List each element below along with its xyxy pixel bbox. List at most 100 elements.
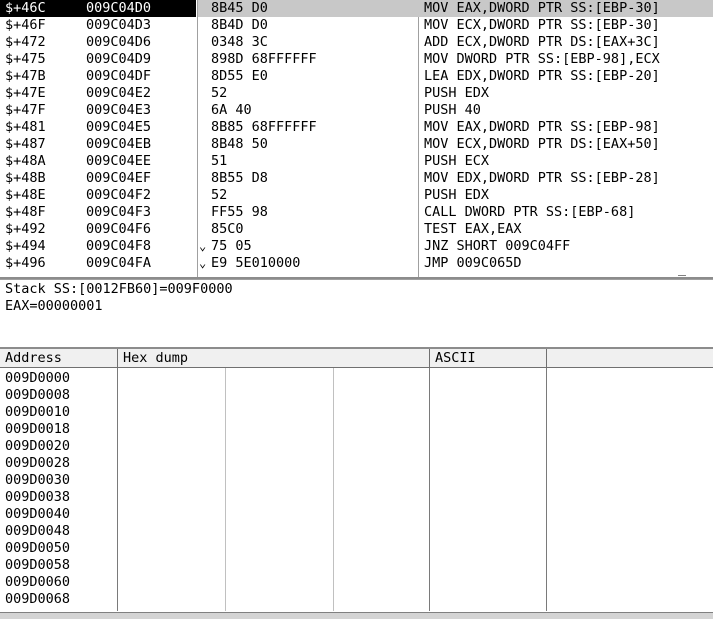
disasm-command: LEA EDX,DWORD PTR SS:[EBP-20] — [424, 68, 660, 84]
column-separator — [225, 368, 226, 611]
disasm-command: MOV ECX,DWORD PTR DS:[EAX+50] — [424, 136, 660, 152]
disasm-row[interactable]: $+48E 009C04F2 52 PUSH EDX — [0, 187, 713, 204]
dump-row-address[interactable]: 009D0058 — [5, 557, 70, 574]
dump-row-address[interactable]: 009D0010 — [5, 404, 70, 421]
disasm-row[interactable]: $+494 009C04F8 75 05 ⌄ JNZ SHORT 009C04FF — [0, 238, 713, 255]
dump-row-address[interactable]: 009D0030 — [5, 472, 70, 489]
disasm-command: PUSH 40 — [424, 102, 481, 118]
dump-row-address[interactable]: 009D0050 — [5, 540, 70, 557]
disasm-hex-bytes: 52 — [211, 187, 228, 203]
dump-row-address[interactable]: 009D0040 — [5, 506, 70, 523]
disasm-hex-bytes: 6A 40 — [211, 102, 252, 118]
disasm-command: TEST EAX,EAX — [424, 221, 522, 237]
disasm-hex-bytes: 8B85 68FFFFFF — [211, 119, 317, 135]
disasm-hex-bytes: E9 5E010000 — [211, 255, 301, 271]
disasm-hex-bytes: 8D55 E0 — [211, 68, 268, 84]
disasm-absolute-address: 009C04EB — [86, 136, 152, 152]
disasm-row[interactable]: $+46F 009C04D3 8B4D D0 MOV ECX,DWORD PTR SS… — [0, 17, 713, 34]
disasm-absolute-address: 009C04D6 — [86, 34, 152, 50]
disasm-row[interactable]: $+472 009C04D6 0348 3C ADD ECX,DWORD PTR DS… — [0, 34, 713, 51]
column-separator — [117, 368, 118, 611]
disasm-absolute-address: 009C04E3 — [86, 102, 152, 118]
disasm-absolute-address: 009C04E2 — [86, 85, 152, 101]
disasm-relative-address: $+492 — [5, 221, 46, 237]
disasm-row[interactable]: $+48A 009C04EE 51 PUSH ECX — [0, 153, 713, 170]
disasm-absolute-address: 009C04F8 — [86, 238, 152, 254]
disasm-relative-address: $+472 — [5, 34, 46, 50]
disasm-hex-bytes: 75 05 — [211, 238, 252, 254]
disasm-command: JNZ SHORT 009C04FF — [424, 238, 571, 254]
disasm-absolute-address: 009C04D3 — [86, 17, 152, 33]
jump-arrow-icon: ⌄ — [199, 239, 207, 253]
disasm-relative-address: $+47F — [5, 102, 46, 118]
disasm-absolute-address: 009C04EF — [86, 170, 152, 186]
disasm-relative-address: $+48A — [5, 153, 46, 169]
disasm-hex-bytes: 8B4D D0 — [211, 17, 268, 33]
disasm-relative-address: $+48E — [5, 187, 46, 203]
disasm-command: CALL DWORD PTR SS:[EBP-68] — [424, 204, 636, 220]
disasm-relative-address: $+496 — [5, 255, 46, 271]
disassembly-pane[interactable]: $+46C 009C04D0 8B45 D0 MOV EAX,DWORD PTR SS… — [0, 0, 713, 278]
dump-row-address[interactable]: 009D0038 — [5, 489, 70, 506]
disasm-relative-address: $+47E — [5, 85, 46, 101]
disasm-command: MOV EAX,DWORD PTR SS:[EBP-30] — [424, 0, 660, 16]
disasm-row[interactable]: $+492 009C04F6 85C0 TEST EAX,EAX — [0, 221, 713, 238]
dump-row-address[interactable]: 009D0018 — [5, 421, 70, 438]
dump-row-address[interactable]: 009D0000 — [5, 370, 70, 387]
disasm-relative-address: $+46C — [5, 0, 46, 16]
disasm-command: PUSH EDX — [424, 187, 490, 203]
column-separator — [333, 368, 334, 611]
disasm-command: PUSH EDX — [424, 85, 490, 101]
disasm-absolute-address: 009C04F2 — [86, 187, 152, 203]
disasm-row[interactable]: $+481 009C04E5 8B85 68FFFFFF MOV EAX,DWORD … — [0, 119, 713, 136]
dump-header-ascii[interactable]: ASCII — [430, 349, 547, 368]
disasm-relative-address: $+487 — [5, 136, 46, 152]
dump-header-hex[interactable]: Hex dump — [118, 349, 430, 368]
disasm-relative-address: $+46F — [5, 17, 46, 33]
disasm-relative-address: $+48F — [5, 204, 46, 220]
dump-pane[interactable]: Address Hex dump ASCII 009D0000 009D0008 0… — [0, 349, 713, 613]
disasm-hex-bytes: 8B48 50 — [211, 136, 268, 152]
disasm-absolute-address: 009C04E5 — [86, 119, 152, 135]
disasm-row[interactable]: $+46C 009C04D0 8B45 D0 MOV EAX,DWORD PTR SS… — [0, 0, 713, 17]
disasm-absolute-address: 009C04DF — [86, 68, 152, 84]
disasm-absolute-address: 009C04F6 — [86, 221, 152, 237]
disasm-row[interactable]: $+48F 009C04F3 FF55 98 CALL DWORD PTR SS:[E… — [0, 204, 713, 221]
disasm-absolute-address: 009C04D9 — [86, 51, 152, 67]
info-line-stack: Stack SS:[0012FB60]=009F0000 — [5, 281, 233, 297]
dump-row-address[interactable]: 009D0068 — [5, 591, 70, 608]
disasm-command: MOV EDX,DWORD PTR SS:[EBP-28] — [424, 170, 660, 186]
disasm-command: PUSH ECX — [424, 153, 490, 169]
dump-row-address[interactable]: 009D0048 — [5, 523, 70, 540]
column-separator — [429, 368, 430, 611]
disasm-row[interactable]: $+47B 009C04DF 8D55 E0 LEA EDX,DWORD PTR SS… — [0, 68, 713, 85]
disasm-row[interactable]: $+487 009C04EB 8B48 50 MOV ECX,DWORD PTR DS… — [0, 136, 713, 153]
disasm-row[interactable]: $+496 009C04FA E9 5E010000 ⌄ JMP 009C065D — [0, 255, 713, 272]
dump-row-address[interactable]: 009D0060 — [5, 574, 70, 591]
disasm-row[interactable]: $+47F 009C04E3 6A 40 PUSH 40 — [0, 102, 713, 119]
dump-row-address[interactable]: 009D0020 — [5, 438, 70, 455]
disasm-absolute-address: 009C04FA — [86, 255, 152, 271]
dump-header-address[interactable]: Address — [0, 349, 118, 368]
disasm-absolute-address: 009C04F3 — [86, 204, 152, 220]
disasm-relative-address: $+475 — [5, 51, 46, 67]
disasm-hex-bytes: 8B55 D8 — [211, 170, 268, 186]
disasm-row[interactable]: $+48B 009C04EF 8B55 D8 MOV EDX,DWORD PTR SS… — [0, 170, 713, 187]
dump-row-address[interactable]: 009D0008 — [5, 387, 70, 404]
disasm-hex-bytes: 85C0 — [211, 221, 244, 237]
disasm-command: MOV EAX,DWORD PTR SS:[EBP-98] — [424, 119, 660, 135]
disasm-command: MOV ECX,DWORD PTR SS:[EBP-30] — [424, 17, 660, 33]
disasm-row[interactable]: $+475 009C04D9 898D 68FFFFFF MOV DWORD PTR … — [0, 51, 713, 68]
disasm-command: JMP 009C065D — [424, 255, 522, 271]
disasm-hex-bytes: 898D 68FFFFFF — [211, 51, 317, 67]
info-line-register: EAX=00000001 — [5, 298, 103, 314]
disasm-absolute-address: 009C04EE — [86, 153, 152, 169]
disasm-row[interactable]: $+47E 009C04E2 52 PUSH EDX — [0, 85, 713, 102]
disasm-hex-bytes: 52 — [211, 85, 228, 101]
column-separator — [546, 368, 547, 611]
info-pane: Stack SS:[0012FB60]=009F0000 EAX=0000000… — [0, 279, 713, 348]
dump-row-address[interactable]: 009D0028 — [5, 455, 70, 472]
dump-header-blank — [547, 349, 713, 368]
disasm-command: MOV DWORD PTR SS:[EBP-98],ECX — [424, 51, 660, 67]
comment-marker — [678, 275, 686, 276]
